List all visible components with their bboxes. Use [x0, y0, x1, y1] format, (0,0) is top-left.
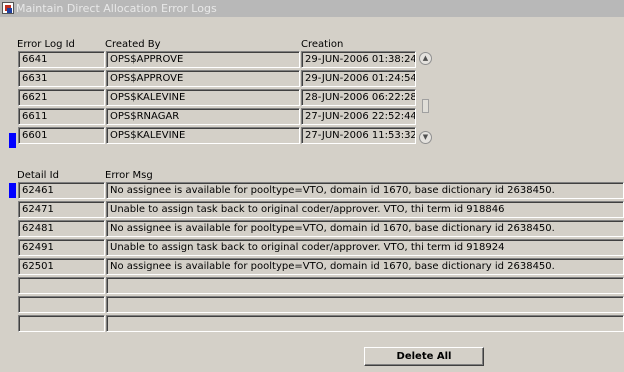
current-detail-indicator — [9, 183, 16, 198]
scroll-down-icon[interactable]: ▼ — [419, 131, 432, 144]
error-msg-field[interactable]: No assignee is available for pooltype=VT… — [106, 220, 624, 237]
creation-field[interactable]: 29-JUN-2006 01:24:54 — [301, 70, 416, 87]
error-log-id-field[interactable]: 6601 — [18, 127, 105, 144]
detail-id-field[interactable] — [18, 296, 105, 313]
header-error-msg: Error Msg — [105, 170, 153, 181]
header-created-by: Created By — [105, 39, 161, 50]
header-error-log-id: Error Log Id — [17, 39, 75, 50]
detail-id-field[interactable]: 62461 — [18, 182, 105, 199]
error-msg-field[interactable]: No assignee is available for pooltype=VT… — [106, 182, 624, 199]
creation-field[interactable]: 29-JUN-2006 01:38:24 — [301, 51, 416, 68]
error-msg-field[interactable] — [106, 296, 624, 313]
detail-id-field[interactable]: 62501 — [18, 258, 105, 275]
creation-field[interactable]: 28-JUN-2006 06:22:28 — [301, 89, 416, 106]
error-msg-field[interactable]: No assignee is available for pooltype=VT… — [106, 258, 624, 275]
creation-field[interactable]: 27-JUN-2006 11:53:32 — [301, 127, 416, 144]
detail-id-field[interactable] — [18, 277, 105, 294]
error-msg-field[interactable]: Unable to assign task back to original c… — [106, 201, 624, 218]
created-by-field[interactable]: OPS$KALEVINE — [106, 127, 300, 144]
created-by-field[interactable]: OPS$APPROVE — [106, 70, 300, 87]
current-record-indicator — [9, 133, 16, 148]
created-by-field[interactable]: OPS$RNAGAR — [106, 108, 300, 125]
detail-id-field[interactable]: 62481 — [18, 220, 105, 237]
detail-id-field[interactable] — [18, 315, 105, 332]
scrollbar-thumb[interactable] — [422, 99, 429, 113]
error-log-id-field[interactable]: 6621 — [18, 89, 105, 106]
header-detail-id: Detail Id — [17, 170, 59, 181]
creation-field[interactable]: 27-JUN-2006 22:52:44 — [301, 108, 416, 125]
scroll-up-icon[interactable]: ▲ — [419, 52, 432, 65]
created-by-field[interactable]: OPS$KALEVINE — [106, 89, 300, 106]
error-log-id-field[interactable]: 6641 — [18, 51, 105, 68]
detail-id-field[interactable]: 62471 — [18, 201, 105, 218]
detail-id-field[interactable]: 62491 — [18, 239, 105, 256]
error-msg-field[interactable]: Unable to assign task back to original c… — [106, 239, 624, 256]
error-log-id-field[interactable]: 6611 — [18, 108, 105, 125]
form-app-icon — [2, 2, 14, 14]
error-msg-field[interactable] — [106, 315, 624, 332]
header-creation: Creation — [301, 39, 344, 50]
error-log-id-field[interactable]: 6631 — [18, 70, 105, 87]
window-titlebar: Maintain Direct Allocation Error Logs — [0, 0, 624, 17]
window-title: Maintain Direct Allocation Error Logs — [16, 2, 217, 15]
error-msg-field[interactable] — [106, 277, 624, 294]
created-by-field[interactable]: OPS$APPROVE — [106, 51, 300, 68]
delete-all-button[interactable]: Delete All — [364, 347, 484, 366]
